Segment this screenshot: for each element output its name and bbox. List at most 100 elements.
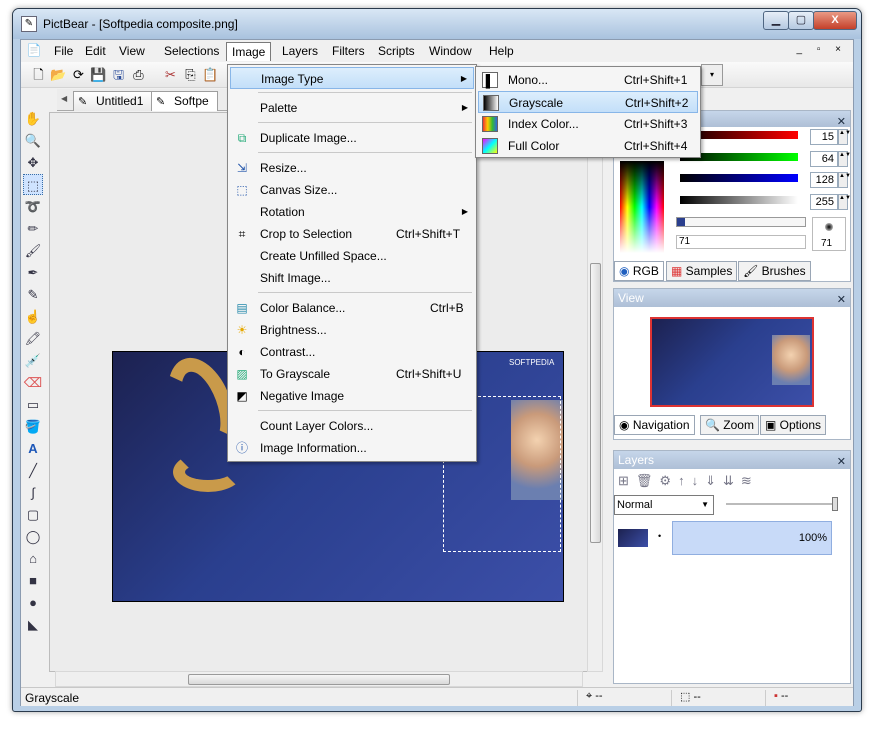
- horizontal-scrollbar[interactable]: [55, 671, 583, 687]
- filled-polygon-tool-icon[interactable]: ◣: [23, 614, 43, 635]
- alpha-value[interactable]: 255: [810, 194, 838, 210]
- vertical-scrollbar[interactable]: [587, 112, 603, 672]
- menu-item-duplicate-image[interactable]: ⧉ Duplicate Image...: [230, 127, 474, 149]
- lasso-tool-icon[interactable]: ➰: [23, 196, 43, 217]
- color-spectrum[interactable]: [620, 161, 664, 253]
- tab-rgb[interactable]: ◉ RGB: [614, 261, 664, 281]
- document-icon[interactable]: 📄: [25, 43, 43, 60]
- menu-filters[interactable]: Filters: [327, 42, 370, 61]
- copy-icon[interactable]: ⎘: [181, 65, 200, 84]
- move-up-icon[interactable]: ↑: [678, 473, 692, 488]
- menu-item-rotation[interactable]: Rotation ▶: [230, 201, 474, 223]
- menu-item-image-type[interactable]: Image Type ▶: [230, 67, 474, 89]
- panel-close-icon[interactable]: ✕: [837, 291, 846, 309]
- tab-scroll-left-icon[interactable]: ◀: [61, 94, 67, 103]
- submenu-item-index-color[interactable]: Index Color... Ctrl+Shift+3: [478, 113, 698, 135]
- menu-item-image-information[interactable]: ⓘ Image Information...: [230, 437, 474, 459]
- menu-item-create-unfilled-space[interactable]: Create Unfilled Space...: [230, 245, 474, 267]
- rectangle-tool-icon[interactable]: ▢: [23, 504, 43, 525]
- smudge-tool-icon[interactable]: ☝: [23, 306, 43, 327]
- brush-preview[interactable]: 71: [812, 217, 846, 251]
- save-icon[interactable]: 💾: [89, 65, 108, 84]
- rect-select-tool-icon[interactable]: ⬚: [23, 174, 43, 195]
- text-tool-icon[interactable]: A: [23, 438, 43, 459]
- blue-slider[interactable]: [680, 174, 798, 182]
- menu-item-color-balance[interactable]: ▤ Color Balance... Ctrl+B: [230, 297, 474, 319]
- curve-tool-icon[interactable]: ∫: [23, 482, 43, 503]
- menu-image[interactable]: Image: [226, 42, 272, 61]
- filled-ellipse-tool-icon[interactable]: ●: [23, 592, 43, 613]
- layer-properties-icon[interactable]: ⚙: [659, 473, 678, 488]
- menu-item-shift-image[interactable]: Shift Image...: [230, 267, 474, 289]
- menu-item-negative-image[interactable]: ◩ Negative Image: [230, 385, 474, 407]
- menu-window[interactable]: Window: [424, 42, 477, 61]
- polygon-tool-icon[interactable]: ⌂: [23, 548, 43, 569]
- filled-rect-tool-icon[interactable]: ■: [23, 570, 43, 591]
- open-folder-icon[interactable]: 📂: [49, 65, 68, 84]
- menu-file[interactable]: File: [49, 42, 78, 61]
- panel-close-icon[interactable]: ✕: [837, 453, 846, 471]
- tab-zoom[interactable]: 🔍 Zoom: [700, 415, 759, 435]
- submenu-item-mono[interactable]: ▌ Mono... Ctrl+Shift+1: [478, 69, 698, 91]
- pen-tool-icon[interactable]: ✎: [23, 284, 43, 305]
- blue-spin[interactable]: ▲▼: [838, 172, 851, 188]
- move-tool-icon[interactable]: ✥: [23, 152, 43, 173]
- reload-icon[interactable]: ⟳: [69, 65, 88, 84]
- tab-navigation[interactable]: ◉ Navigation: [614, 415, 695, 435]
- menu-item-crop-to-selection[interactable]: ⌗ Crop to Selection Ctrl+Shift+T: [230, 223, 474, 245]
- menu-scripts[interactable]: Scripts: [373, 42, 420, 61]
- merge-layer-icon[interactable]: ⇓: [705, 473, 723, 488]
- line-tool-icon[interactable]: ╱: [23, 460, 43, 481]
- menu-item-contrast[interactable]: ◐ Contrast...: [230, 341, 474, 363]
- eyedropper-tool-icon[interactable]: 💉: [23, 350, 43, 371]
- red-spin[interactable]: ▲▼: [838, 129, 851, 145]
- menu-help[interactable]: Help: [484, 42, 519, 61]
- clone-tool-icon[interactable]: 🖍: [23, 328, 43, 349]
- red-value[interactable]: 15: [810, 129, 838, 145]
- print-icon[interactable]: ⎙: [129, 65, 148, 84]
- vertical-scroll-thumb[interactable]: [590, 263, 601, 543]
- airbrush-tool-icon[interactable]: ✒: [23, 262, 43, 283]
- tab-options[interactable]: ▣ Options: [760, 415, 827, 435]
- save-all-icon[interactable]: 🖫: [109, 65, 128, 84]
- ellipse-tool-icon[interactable]: ◯: [23, 526, 43, 547]
- submenu-item-grayscale[interactable]: Grayscale Ctrl+Shift+2: [478, 91, 698, 113]
- maximize-button[interactable]: ▢: [788, 11, 814, 30]
- alpha-spin[interactable]: ▲▼: [838, 194, 851, 210]
- green-value[interactable]: 64: [810, 151, 838, 167]
- new-layer-icon[interactable]: ⊞: [618, 473, 636, 488]
- toolbar-dropdown[interactable]: ▾: [701, 64, 723, 86]
- blue-value[interactable]: 128: [810, 172, 838, 188]
- paste-icon[interactable]: 📋: [201, 65, 220, 84]
- fill-tool-icon[interactable]: 🪣: [23, 416, 43, 437]
- menu-selections[interactable]: Selections: [159, 42, 224, 61]
- menu-item-brightness[interactable]: ☀ Brightness...: [230, 319, 474, 341]
- tab-brushes[interactable]: 🖌 Brushes: [738, 261, 811, 281]
- merge-visible-icon[interactable]: ⇊: [723, 473, 741, 488]
- layer-toolbar[interactable]: ⊞🗑⚙↑↓⇓⇊≋: [618, 473, 759, 489]
- new-file-icon[interactable]: 🗋: [29, 65, 48, 84]
- menu-view[interactable]: View: [114, 42, 150, 61]
- move-down-icon[interactable]: ↓: [692, 473, 706, 488]
- menu-layers[interactable]: Layers: [277, 42, 323, 61]
- green-spin[interactable]: ▲▼: [838, 151, 851, 167]
- pencil-tool-icon[interactable]: ✏: [23, 218, 43, 239]
- opacity-slider-thumb[interactable]: [832, 497, 838, 511]
- navigator-preview[interactable]: [650, 317, 814, 407]
- eraser-tool-icon[interactable]: ⌫: [23, 372, 43, 393]
- tab-softpedia[interactable]: ✎ Softpe: [151, 91, 218, 111]
- tolerance-slider[interactable]: [676, 217, 806, 227]
- hand-tool-icon[interactable]: ✋: [23, 108, 43, 129]
- menu-item-palette[interactable]: Palette ▶: [230, 97, 474, 119]
- brush-tool-icon[interactable]: 🖌: [23, 240, 43, 261]
- menu-item-count-layer-colors[interactable]: Count Layer Colors...: [230, 415, 474, 437]
- submenu-item-full-color[interactable]: Full Color Ctrl+Shift+4: [478, 135, 698, 157]
- tab-untitled1[interactable]: ✎ Untitled1: [73, 91, 153, 111]
- alpha-slider[interactable]: [680, 196, 798, 204]
- zoom-tool-icon[interactable]: 🔍: [23, 130, 43, 151]
- delete-layer-icon[interactable]: 🗑: [636, 473, 660, 488]
- cut-icon[interactable]: ✂: [161, 65, 180, 84]
- opacity-slider[interactable]: [726, 503, 836, 505]
- menu-edit[interactable]: Edit: [80, 42, 111, 61]
- gradient-tool-icon[interactable]: ▭: [23, 394, 43, 415]
